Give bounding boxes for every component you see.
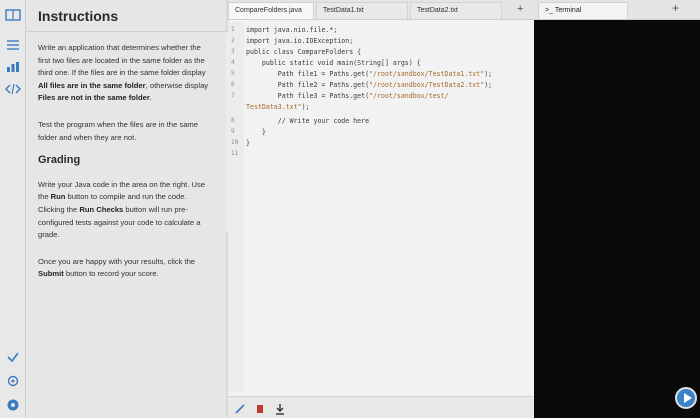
submit-bold-text: Submit xyxy=(38,269,64,279)
line-number: 11 xyxy=(231,150,239,157)
grading-heading: Grading xyxy=(38,154,81,167)
code-line: public static void main(String[] args) { xyxy=(246,59,421,67)
book-icon[interactable] xyxy=(5,8,21,22)
code-line: Path file2 = Paths.get("/root/sandbox/Te… xyxy=(246,81,492,89)
line-number: 10 xyxy=(231,139,239,146)
terminal-tabbar: >_ Terminal + xyxy=(534,0,700,20)
terminal-tab-label: Terminal xyxy=(554,7,582,14)
line-gutter: 1 2 3 4 5 6 7 8 9 10 11 xyxy=(228,22,244,392)
code-token: Path file2 = Paths.get( xyxy=(246,81,370,89)
code-icon[interactable] xyxy=(5,82,21,96)
tab-testdata1[interactable]: TestData1.txt xyxy=(316,2,408,19)
settings-icon[interactable] xyxy=(5,374,21,388)
instructions-panel: Instructions Write an application that d… xyxy=(26,0,226,418)
submit-paragraph: Once you are happy with your results, cl… xyxy=(38,256,214,281)
flag-icon[interactable] xyxy=(254,402,266,414)
code-token: Path file3 = Paths.get( xyxy=(246,92,370,100)
code-line: } xyxy=(246,128,266,136)
editor-footer xyxy=(228,396,534,418)
code-line-wrapped: TestData3.txt"); xyxy=(246,103,310,111)
download-icon[interactable] xyxy=(274,402,286,415)
code-line: } xyxy=(246,139,250,147)
code-string: "/root/sandbox/TestData1.txt" xyxy=(369,70,485,78)
activity-rail xyxy=(0,0,26,418)
instructions-header: Instructions xyxy=(26,0,226,32)
help-icon[interactable] xyxy=(5,398,21,412)
play-icon[interactable] xyxy=(675,387,697,409)
chart-icon[interactable] xyxy=(5,60,21,74)
code-line: import java.io.IOException; xyxy=(246,37,354,45)
tab-compare-folders[interactable]: CompareFolders.java xyxy=(228,2,314,19)
code-token: Path file1 = Paths.get( xyxy=(246,70,370,78)
code-string: "/root/sandbox/test/ xyxy=(369,92,449,100)
add-terminal-button[interactable]: + xyxy=(672,1,679,15)
instructions-text: , otherwise display xyxy=(145,80,209,90)
tab-terminal[interactable]: >_ Terminal xyxy=(538,2,628,19)
code-token: ); xyxy=(484,81,493,89)
code-comment: // Write your code here xyxy=(246,117,370,125)
instructions-text: Write an application that determines whe… xyxy=(38,43,206,78)
code-token: ); xyxy=(484,70,493,78)
line-number: 1 xyxy=(231,26,235,33)
list-icon[interactable] xyxy=(5,38,21,52)
code-area[interactable]: 1 2 3 4 5 6 7 8 9 10 11 import java.nio.… xyxy=(228,22,534,392)
line-number: 6 xyxy=(231,81,235,88)
code-line: Path file3 = Paths.get("/root/sandbox/te… xyxy=(246,92,449,100)
line-number: 2 xyxy=(231,37,235,44)
grading-paragraph: Write your Java code in the area on the … xyxy=(38,179,214,242)
terminal-panel[interactable] xyxy=(534,20,700,418)
instructions-paragraph: Write an application that determines whe… xyxy=(38,42,214,105)
submit-text: button to record your score. xyxy=(63,269,159,279)
code-line: import java.nio.file.*; xyxy=(246,26,338,34)
tab-testdata2[interactable]: TestData2.txt xyxy=(410,2,502,19)
checkmark-icon[interactable] xyxy=(5,350,21,364)
pencil-icon[interactable] xyxy=(234,402,246,414)
code-editor: CompareFolders.java TestData1.txt TestDa… xyxy=(228,0,534,418)
line-number: 7 xyxy=(231,92,235,99)
editor-tabbar: CompareFolders.java TestData1.txt TestDa… xyxy=(228,0,534,20)
instructions-bold-text: All files are in the same folder xyxy=(38,80,146,90)
submit-text: Once you are happy with your results, cl… xyxy=(38,256,196,266)
code-string: "/root/sandbox/TestData2.txt" xyxy=(369,81,485,89)
instructions-title: Instructions xyxy=(38,8,119,24)
grading-bold-text: Run xyxy=(50,192,66,202)
code-line: Path file1 = Paths.get("/root/sandbox/Te… xyxy=(246,70,492,78)
instructions-bold-text: Files are not in the same folder xyxy=(38,93,150,103)
code-token: ); xyxy=(301,103,310,111)
line-number: 4 xyxy=(231,59,235,66)
instructions-test-paragraph: Test the program when the files are in t… xyxy=(38,119,198,142)
terminal-prompt-icon: >_ xyxy=(545,7,555,14)
grading-bold-text: Run Checks xyxy=(79,204,124,214)
instructions-text: . xyxy=(149,93,152,103)
code-line: public class CompareFolders { xyxy=(246,48,362,56)
line-number: 8 xyxy=(231,117,235,124)
add-tab-button[interactable]: + xyxy=(517,3,523,15)
line-number: 9 xyxy=(231,128,235,135)
code-string: TestData3.txt" xyxy=(246,103,302,111)
instructions-body: Write an application that determines whe… xyxy=(26,32,226,281)
line-number: 3 xyxy=(231,48,235,55)
line-number: 5 xyxy=(231,70,235,77)
